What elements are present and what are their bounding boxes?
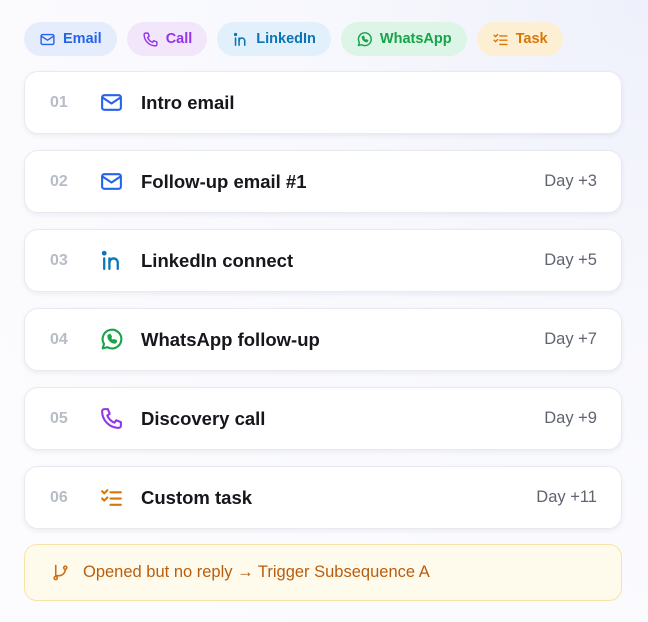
- mail-icon: [39, 31, 56, 48]
- phone-icon: [142, 31, 159, 48]
- chip-label: Task: [515, 31, 548, 47]
- step-card[interactable]: 06 Custom task Day +11: [24, 466, 622, 529]
- chip-email[interactable]: Email: [24, 22, 117, 56]
- checklist-icon: [98, 485, 124, 511]
- step-day: Day +9: [544, 409, 597, 427]
- trigger-text: Opened but no reply → Trigger Subsequenc…: [83, 563, 430, 581]
- step-title: WhatsApp follow-up: [141, 328, 320, 350]
- chip-call[interactable]: Call: [126, 22, 208, 56]
- chip-linkedin[interactable]: LinkedIn: [217, 22, 331, 56]
- step-title: Follow-up email #1: [141, 170, 307, 192]
- chip-task[interactable]: Task: [476, 22, 563, 56]
- mail-icon: [98, 169, 124, 195]
- step-title: Discovery call: [141, 407, 266, 429]
- step-number: 02: [50, 172, 68, 190]
- linkedin-icon: [232, 31, 249, 48]
- sequence-steps: 01 Intro email 02 Follow-up email #1 Day…: [24, 71, 622, 545]
- chip-label: WhatsApp: [379, 31, 452, 47]
- step-number: 01: [50, 93, 68, 111]
- step-day: Day +5: [544, 251, 597, 269]
- step-day: Day +3: [544, 172, 597, 190]
- branch-icon: [51, 563, 70, 582]
- step-card[interactable]: 04 WhatsApp follow-up Day +7: [24, 308, 622, 371]
- chip-whatsapp[interactable]: WhatsApp: [340, 22, 467, 56]
- phone-icon: [98, 406, 124, 432]
- step-card[interactable]: 01 Intro email: [24, 71, 622, 134]
- step-title: LinkedIn connect: [141, 249, 294, 271]
- chip-label: Email: [63, 31, 102, 47]
- channel-chips: Email Call LinkedIn WhatsApp Task: [24, 22, 563, 56]
- whatsapp-icon: [356, 31, 373, 48]
- step-title: Intro email: [141, 91, 235, 113]
- step-card[interactable]: 05 Discovery call Day +9: [24, 387, 622, 450]
- chip-label: LinkedIn: [256, 31, 316, 47]
- step-card[interactable]: 03 LinkedIn connect Day +5: [24, 229, 622, 292]
- step-day: Day +7: [544, 330, 597, 348]
- branch-trigger[interactable]: Opened but no reply → Trigger Subsequenc…: [24, 544, 622, 601]
- step-number: 04: [50, 330, 68, 348]
- step-day: Day +11: [536, 488, 597, 506]
- step-card[interactable]: 02 Follow-up email #1 Day +3: [24, 150, 622, 213]
- chip-label: Call: [165, 31, 193, 47]
- checklist-icon: [492, 31, 509, 48]
- step-number: 05: [50, 409, 68, 427]
- whatsapp-icon: [98, 327, 124, 353]
- linkedin-icon: [98, 248, 124, 274]
- mail-icon: [98, 90, 124, 116]
- step-number: 03: [50, 251, 68, 269]
- step-title: Custom task: [141, 486, 253, 508]
- step-number: 06: [50, 488, 68, 506]
